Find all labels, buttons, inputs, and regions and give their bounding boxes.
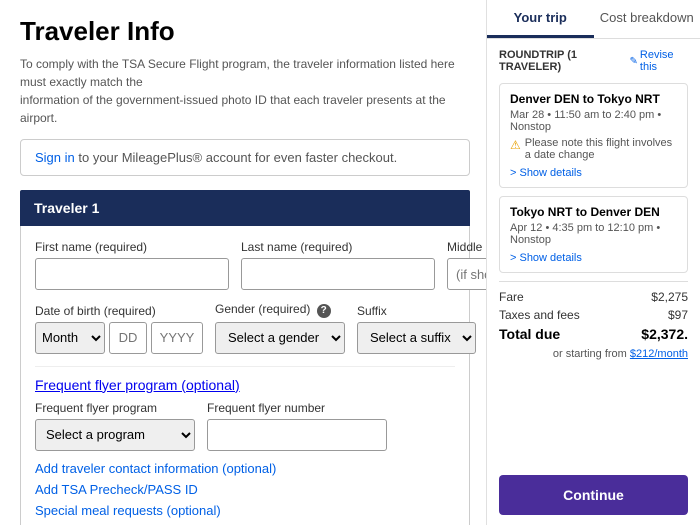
dob-day-input[interactable] bbox=[109, 322, 147, 354]
middle-name-group: Middle name/initial bbox=[447, 240, 486, 290]
warning-icon: ⚠ bbox=[510, 138, 521, 152]
starting-from: or starting from $212/month bbox=[499, 348, 688, 360]
fare-value: $2,275 bbox=[651, 290, 688, 304]
flight1-route: Denver DEN to Tokyo NRT bbox=[510, 92, 677, 106]
total-row: Total due $2,372. bbox=[499, 326, 688, 342]
roundtrip-header: ROUNDTRIP (1 TRAVELER) ✎ Revise this bbox=[499, 49, 688, 73]
page-title: Traveler Info bbox=[20, 16, 470, 47]
trip-tabs: Your trip Cost breakdown bbox=[487, 0, 700, 39]
freq-number-label: Frequent flyer number bbox=[207, 401, 387, 415]
frequent-flyer-link[interactable]: Frequent flyer program (optional) bbox=[35, 377, 240, 393]
fare-label: Fare bbox=[499, 290, 524, 304]
flight-card-2: Tokyo NRT to Denver DEN Apr 12 • 4:35 pm… bbox=[499, 196, 688, 273]
dob-inputs: Month bbox=[35, 322, 203, 354]
roundtrip-label: ROUNDTRIP (1 TRAVELER) bbox=[499, 49, 630, 73]
last-name-label: Last name (required) bbox=[241, 240, 435, 254]
last-name-group: Last name (required) bbox=[241, 240, 435, 290]
fare-row: Fare $2,275 bbox=[499, 290, 688, 304]
flight2-route: Tokyo NRT to Denver DEN bbox=[510, 205, 677, 219]
middle-name-input[interactable] bbox=[447, 258, 486, 290]
suffix-group: Suffix Select a suffix Jr. Sr. II III IV bbox=[357, 304, 476, 354]
revise-icon: ✎ bbox=[630, 56, 638, 67]
tab-cost-breakdown[interactable]: Cost breakdown bbox=[594, 0, 700, 38]
taxes-value: $97 bbox=[668, 308, 688, 322]
dob-group: Date of birth (required) Month bbox=[35, 304, 203, 354]
traveler-form: First name (required) Last name (require… bbox=[20, 226, 470, 525]
flight2-details: Apr 12 • 4:35 pm to 12:10 pm • Nonstop bbox=[510, 222, 677, 246]
signin-bar: Sign in to your MileagePlus® account for… bbox=[20, 139, 470, 176]
middle-name-label: Middle name/initial bbox=[447, 240, 486, 254]
total-value: $2,372. bbox=[641, 326, 688, 342]
tsa-precheck-link[interactable]: Add TSA Precheck/PASS ID bbox=[35, 482, 455, 497]
gender-select[interactable]: Select a gender Male Female Undisclosed bbox=[215, 322, 345, 354]
freq-program-group: Frequent flyer program Select a program bbox=[35, 401, 195, 451]
taxes-label: Taxes and fees bbox=[499, 308, 580, 322]
dob-gender-row: Date of birth (required) Month Gender (r… bbox=[35, 302, 455, 354]
meal-requests-link[interactable]: Special meal requests (optional) bbox=[35, 503, 455, 518]
name-row: First name (required) Last name (require… bbox=[35, 240, 455, 290]
first-name-label: First name (required) bbox=[35, 240, 229, 254]
first-name-input[interactable] bbox=[35, 258, 229, 290]
gender-group: Gender (required) ? Select a gender Male… bbox=[215, 302, 345, 354]
tab-your-trip[interactable]: Your trip bbox=[487, 0, 594, 38]
suffix-select[interactable]: Select a suffix Jr. Sr. II III IV bbox=[357, 322, 476, 354]
dob-month-select[interactable]: Month bbox=[35, 322, 105, 354]
freq-number-input[interactable] bbox=[207, 419, 387, 451]
total-label: Total due bbox=[499, 326, 560, 342]
suffix-label: Suffix bbox=[357, 304, 476, 318]
taxes-row: Taxes and fees $97 bbox=[499, 308, 688, 322]
traveler-header: Traveler 1 bbox=[20, 190, 470, 226]
contact-info-link[interactable]: Add traveler contact information (option… bbox=[35, 461, 455, 476]
flight-card-1: Denver DEN to Tokyo NRT Mar 28 • 11:50 a… bbox=[499, 83, 688, 188]
freq-program-label: Frequent flyer program bbox=[35, 401, 195, 415]
first-name-group: First name (required) bbox=[35, 240, 229, 290]
gender-info-icon[interactable]: ? bbox=[317, 304, 331, 318]
frequent-flyer-section: Frequent flyer program (optional) Freque… bbox=[35, 366, 455, 451]
revise-link[interactable]: ✎ Revise this bbox=[630, 49, 688, 73]
dob-year-input[interactable] bbox=[151, 322, 203, 354]
flight2-show-details[interactable]: > Show details bbox=[510, 252, 582, 264]
page-subtitle: To comply with the TSA Secure Flight pro… bbox=[20, 55, 470, 127]
starting-from-link[interactable]: $212/month bbox=[630, 348, 688, 360]
last-name-input[interactable] bbox=[241, 258, 435, 290]
freq-number-group: Frequent flyer number bbox=[207, 401, 387, 451]
gender-label: Gender (required) ? bbox=[215, 302, 345, 318]
flight1-details: Mar 28 • 11:50 am to 2:40 pm • Nonstop bbox=[510, 109, 677, 133]
continue-button-wrapper: Continue bbox=[487, 465, 700, 525]
signin-link[interactable]: Sign in bbox=[35, 150, 75, 165]
flight1-warning: ⚠ Please note this flight involves a dat… bbox=[510, 137, 677, 161]
freq-row: Frequent flyer program Select a program … bbox=[35, 401, 455, 451]
dob-label: Date of birth (required) bbox=[35, 304, 203, 318]
additional-links: Add traveler contact information (option… bbox=[35, 461, 455, 525]
freq-program-select[interactable]: Select a program bbox=[35, 419, 195, 451]
fare-section: Fare $2,275 Taxes and fees $97 Total due… bbox=[499, 281, 688, 360]
continue-button[interactable]: Continue bbox=[499, 475, 688, 515]
sidebar: Your trip Cost breakdown ROUNDTRIP (1 TR… bbox=[486, 0, 700, 525]
trip-content: ROUNDTRIP (1 TRAVELER) ✎ Revise this Den… bbox=[487, 39, 700, 465]
flight1-show-details[interactable]: > Show details bbox=[510, 167, 582, 179]
